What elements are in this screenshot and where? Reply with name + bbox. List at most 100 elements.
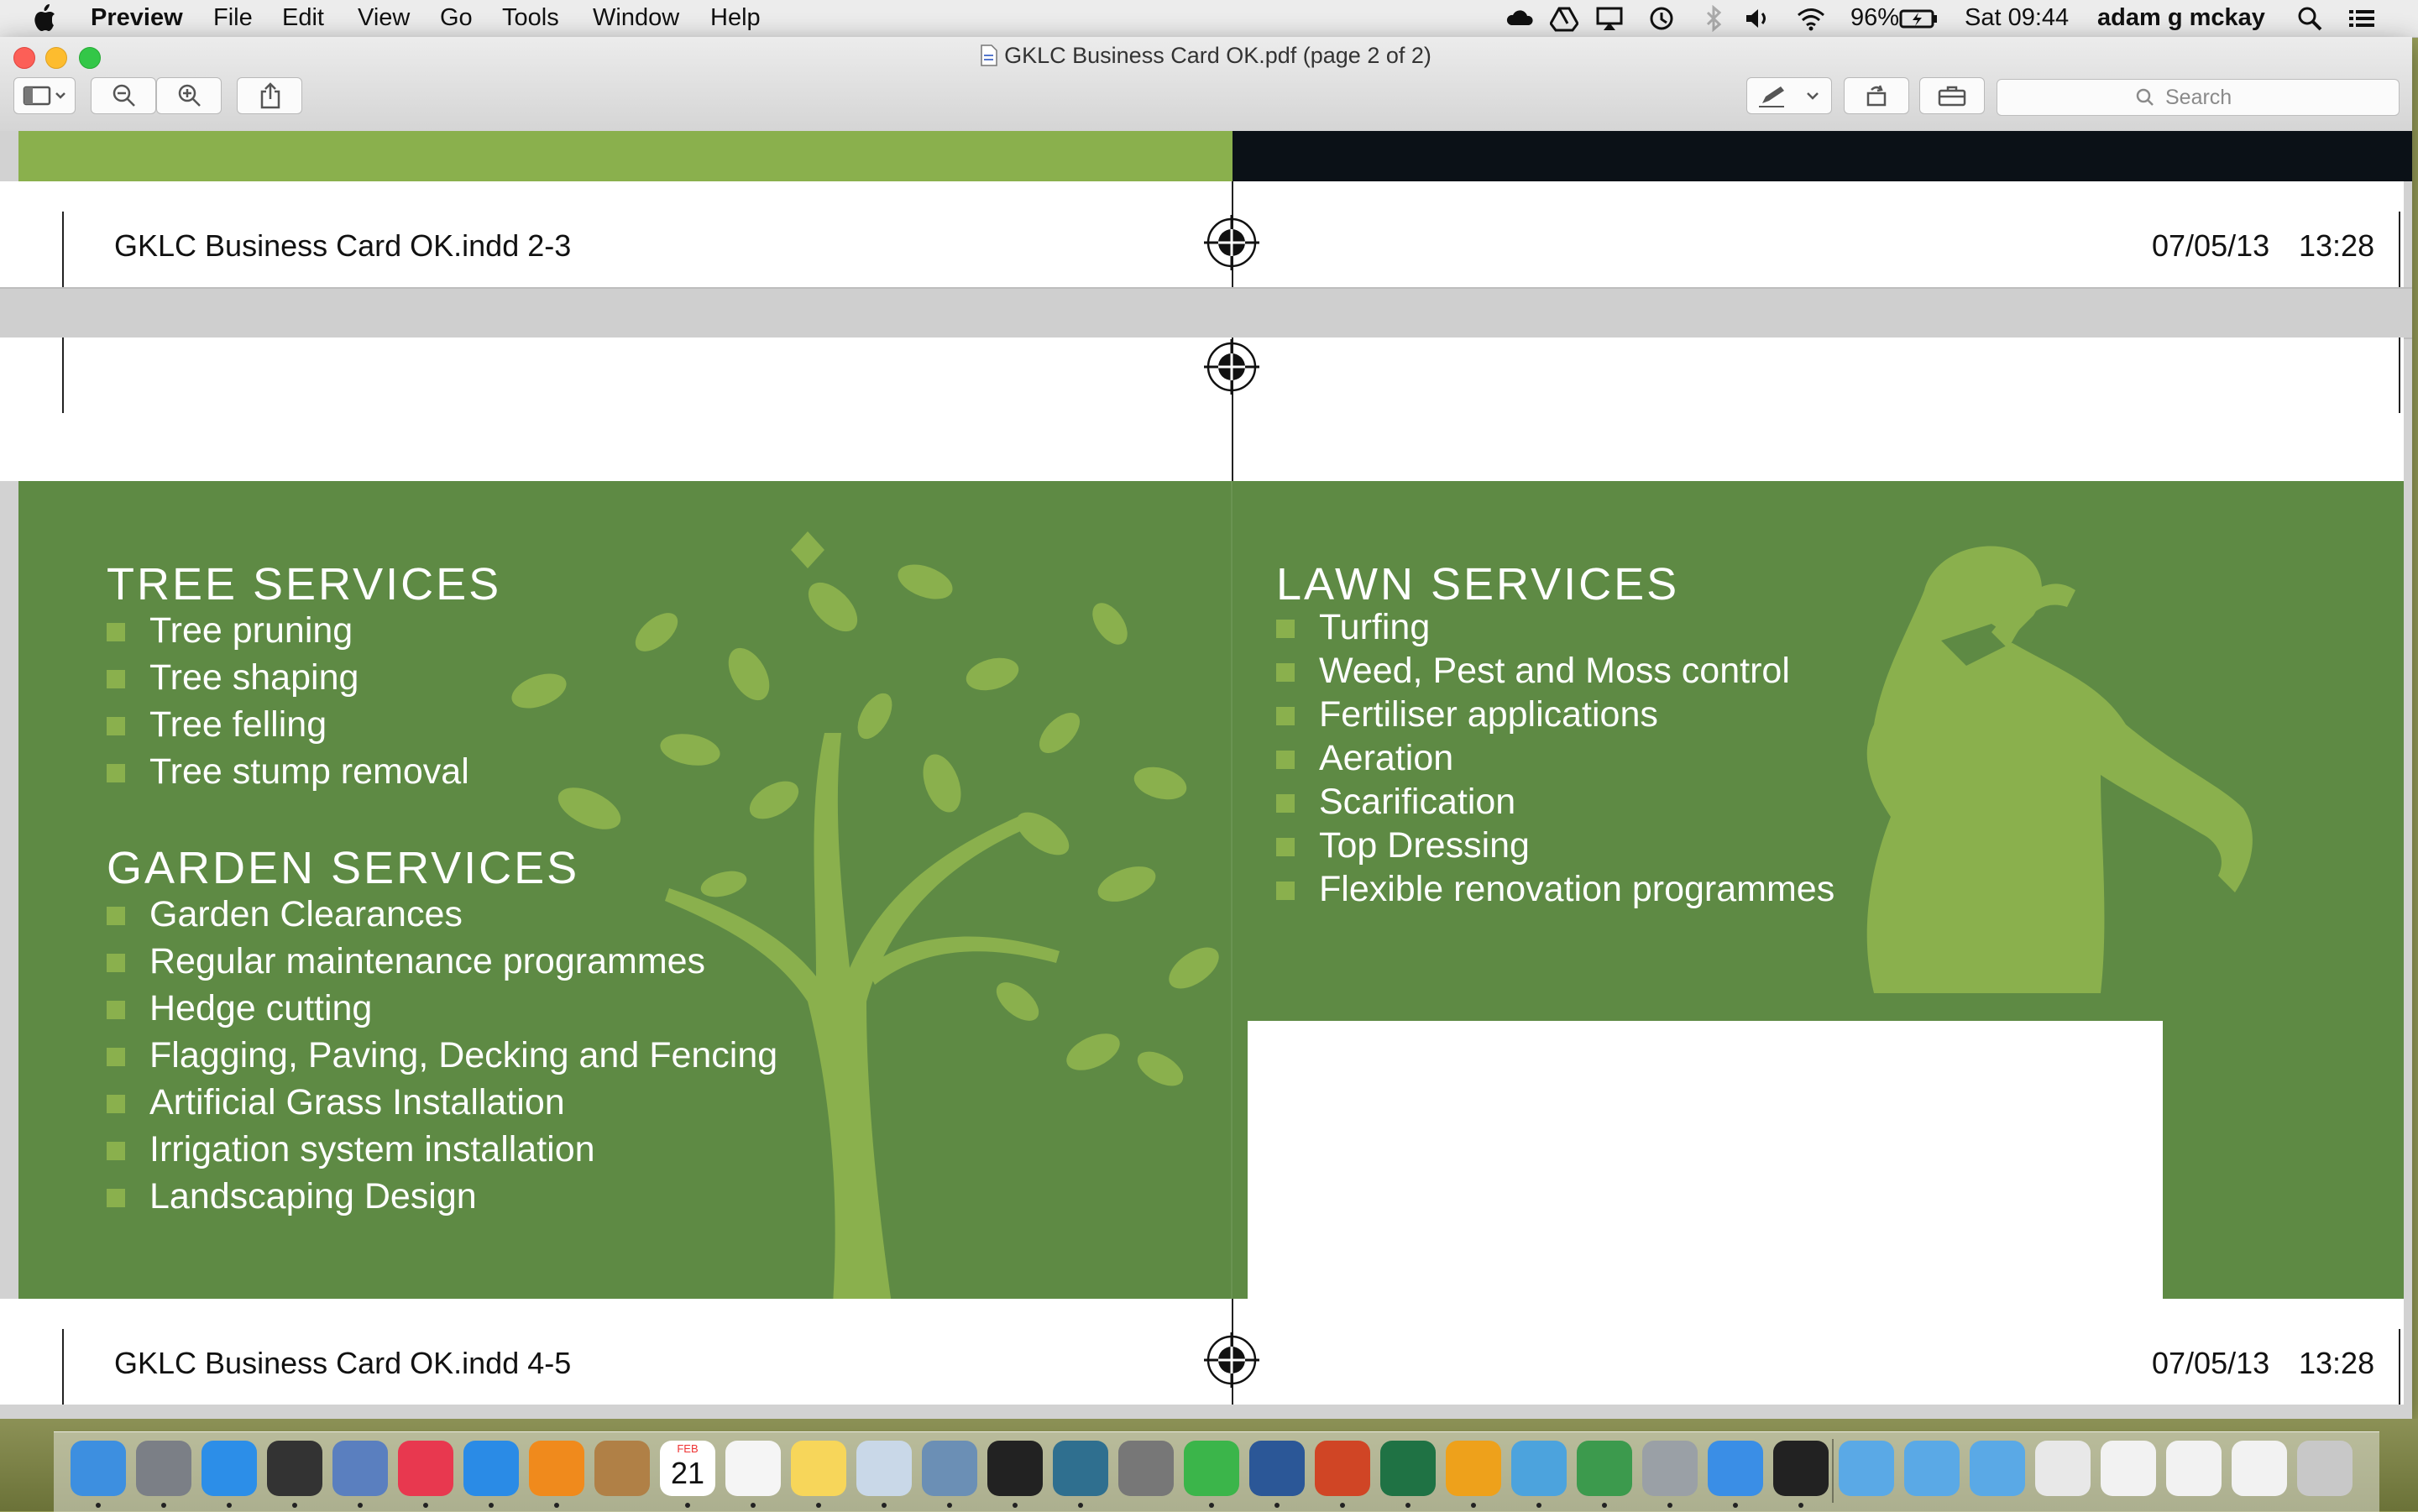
menu-edit[interactable]: Edit [282,4,324,32]
bullet-square [1276,794,1295,813]
photos-icon[interactable] [922,1441,977,1496]
menu-view[interactable]: View [358,4,410,32]
bullet-square [107,1142,125,1160]
system-preferences-icon[interactable] [1118,1441,1174,1496]
time-machine-menu-icon[interactable] [1647,5,1676,32]
registration-mark-icon [1204,215,1259,270]
window-title: GKLC Business Card OK.pdf (page 2 of 2) [1004,43,1431,68]
running-indicator [1602,1503,1607,1508]
google-drive-icon[interactable] [1550,5,1578,32]
zoom-in-icon [178,84,201,107]
slug-date: 07/05/13 [2152,1346,2270,1380]
creative-cloud-icon[interactable] [1506,5,1535,32]
outlook-icon[interactable] [1446,1441,1501,1496]
search-field[interactable]: Search [1997,79,2400,116]
crop-mark [2399,1329,2400,1405]
running-indicator [1798,1503,1803,1508]
time-machine-icon[interactable] [1053,1441,1108,1496]
registration-mark-icon [1204,339,1259,395]
battery-icon[interactable] [1899,5,1939,32]
share-button[interactable] [237,77,302,114]
zoom-out-button[interactable] [91,77,156,114]
zoom-in-button[interactable] [156,77,222,114]
bullet-square [107,623,125,641]
image-capture-icon[interactable] [1642,1441,1698,1496]
messages-icon[interactable] [1708,1441,1763,1496]
crop-mark [62,212,64,287]
slug-filename: GKLC Business Card OK.indd 2-3 [114,228,572,263]
preview-icon[interactable] [856,1441,912,1496]
running-indicator [227,1503,232,1508]
bullet-square [107,907,125,925]
running-indicator [1274,1503,1280,1508]
safari-icon[interactable] [463,1441,519,1496]
reminders-icon[interactable] [725,1441,781,1496]
running-indicator [1667,1503,1672,1508]
finder-icon[interactable] [71,1441,126,1496]
excel-icon[interactable] [1380,1441,1436,1496]
running-indicator [1405,1503,1410,1508]
airplay-icon[interactable] [1595,5,1624,32]
documents-folder-icon[interactable] [1970,1441,2025,1496]
wifi-icon[interactable] [1797,5,1825,32]
menu-app-name[interactable]: Preview [91,4,183,32]
network-icon[interactable] [1577,1441,1632,1496]
ibooks-icon[interactable] [529,1441,584,1496]
bullet-square [107,717,125,735]
menu-window[interactable]: Window [593,4,679,32]
markup-pen-button[interactable] [1746,77,1832,114]
rotate-button[interactable] [1844,77,1909,114]
menu-tools[interactable]: Tools [502,4,559,32]
bullet-square [1276,882,1295,900]
menu-help[interactable]: Help [710,4,761,32]
slug-date: 07/05/13 [2152,228,2270,263]
dashboard-icon[interactable] [267,1441,322,1496]
running-indicator [685,1503,690,1508]
trash-icon[interactable] [2297,1441,2353,1496]
running-indicator [96,1503,101,1508]
facetime-icon[interactable] [1184,1441,1239,1496]
apple-menu-icon[interactable] [32,3,57,32]
crop-mark [2399,212,2400,287]
spotlight-icon[interactable] [2295,5,2324,32]
screenshot-icon[interactable] [2101,1441,2156,1496]
running-indicator [751,1503,756,1508]
search-icon [2136,88,2154,106]
word-icon[interactable] [1249,1441,1305,1496]
contacts-icon[interactable] [594,1441,650,1496]
menubar-clock[interactable]: Sat 09:44 [1965,4,2069,32]
applications-folder-icon[interactable] [1904,1441,1960,1496]
document-icon[interactable] [2035,1441,2091,1496]
app-store-icon[interactable] [202,1441,257,1496]
activity-monitor-icon[interactable] [987,1441,1043,1496]
dvd-player-icon[interactable] [1773,1441,1829,1496]
bullet-square [1276,707,1295,725]
mail-icon[interactable] [332,1441,388,1496]
screenshot-icon-2[interactable] [2166,1441,2222,1496]
document-view[interactable]: GKLC Business Card OK.indd 2-3 07/05/13 … [0,131,2412,1419]
bluetooth-icon[interactable] [1699,5,1728,32]
running-indicator [161,1503,166,1508]
sidebar-toggle-button[interactable] [13,77,76,114]
folder-icon[interactable] [1839,1441,1894,1496]
calendar-day: 21 [670,1456,705,1490]
launchpad-icon[interactable] [136,1441,191,1496]
screenshot-icon-3[interactable] [2232,1441,2287,1496]
volume-icon[interactable] [1743,5,1772,32]
calendar-icon[interactable]: FEB 21 [660,1441,715,1496]
toolbox-icon [1938,86,1966,107]
itunes-icon[interactable] [398,1441,453,1496]
notes-icon[interactable] [791,1441,846,1496]
menu-file[interactable]: File [213,4,253,32]
user-name[interactable]: adam g mckay [2097,4,2265,32]
page-separator [0,287,2412,339]
lync-icon[interactable] [1511,1441,1567,1496]
window-title-wrap: GKLC Business Card OK.pdf (page 2 of 2) [0,43,2412,69]
search-placeholder: Search [2165,86,2232,109]
notification-center-icon[interactable] [2347,5,2376,32]
slug-time: 13:28 [2299,1346,2375,1380]
powerpoint-icon[interactable] [1315,1441,1370,1496]
toolbox-button[interactable] [1919,77,1985,114]
bullet-square [107,1001,125,1019]
menu-go[interactable]: Go [440,4,473,32]
